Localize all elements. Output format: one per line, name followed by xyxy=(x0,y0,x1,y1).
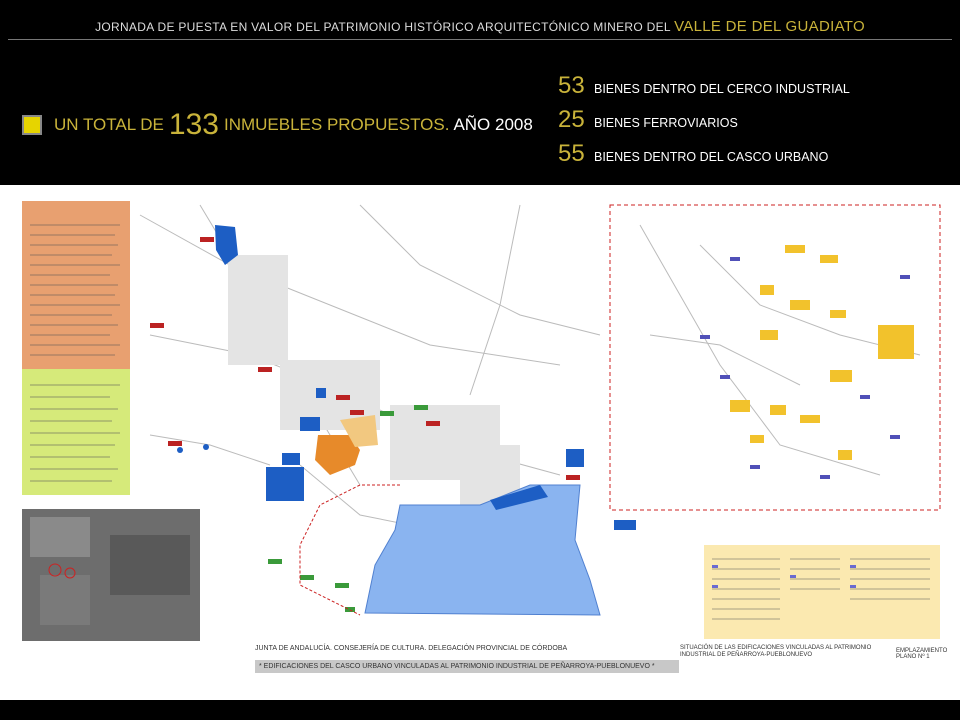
situation-title: SITUACIÓN DE LAS EDIFICACIONES VINCULADA… xyxy=(680,645,872,658)
summary-number: 133 xyxy=(168,108,219,141)
summary-pre: UN TOTAL DE xyxy=(54,115,164,134)
legend-square-icon xyxy=(22,115,42,135)
blue-area xyxy=(566,449,584,467)
urban-plan-map xyxy=(22,201,941,641)
stat-text: BIENES DENTRO DEL CASCO URBANO xyxy=(594,150,829,164)
page-header: JORNADA DE PUESTA EN VALOR DEL PATRIMONI… xyxy=(0,18,960,35)
blue-area xyxy=(266,467,304,501)
stat-item: 55 BIENES DENTRO DEL CASCO URBANO xyxy=(558,140,850,174)
plan-note: * EDIFICACIONES DEL CASCO URBANO VINCULA… xyxy=(255,660,679,673)
emplacement-label: EMPLAZAMIENTO PLANO Nº 1 xyxy=(896,648,947,660)
header-prefix: JORNADA DE PUESTA EN VALOR DEL PATRIMONI… xyxy=(95,20,671,34)
blue-area xyxy=(300,417,320,431)
institution-text: JUNTA DE ANDALUCÍA. CONSEJERÍA DE CULTUR… xyxy=(255,645,568,652)
summary-year: AÑO 2008 xyxy=(453,115,533,134)
stat-number: 25 xyxy=(558,106,585,133)
total-summary: UN TOTAL DE 133 INMUEBLES PROPUESTOS. AÑ… xyxy=(22,108,533,142)
legend-green-block xyxy=(22,369,130,495)
blue-area xyxy=(282,453,300,465)
stat-text: BIENES FERROVIARIOS xyxy=(594,116,738,130)
stat-item: 25 BIENES FERROVIARIOS xyxy=(558,106,850,140)
summary-post: INMUEBLES PROPUESTOS. xyxy=(223,115,450,134)
header-highlight: VALLE DE DEL GUADIATO xyxy=(674,18,865,35)
blue-area xyxy=(614,520,636,530)
stat-text: BIENES DENTRO DEL CERCO INDUSTRIAL xyxy=(594,82,850,96)
plan-number: PLANO Nº 1 xyxy=(896,654,930,660)
header-divider xyxy=(8,39,952,40)
stat-item: 53 BIENES DENTRO DEL CERCO INDUSTRIAL xyxy=(558,72,850,106)
industrial-area-polygon xyxy=(364,484,601,616)
stat-number: 53 xyxy=(558,72,585,99)
stats-list: 53 BIENES DENTRO DEL CERCO INDUSTRIAL 25… xyxy=(558,72,850,174)
stat-number: 55 xyxy=(558,140,585,167)
urban-block xyxy=(228,255,288,365)
blue-area xyxy=(316,388,326,398)
urban-plan-panel: JUNTA DE ANDALUCÍA. CONSEJERÍA DE CULTUR… xyxy=(0,185,960,700)
